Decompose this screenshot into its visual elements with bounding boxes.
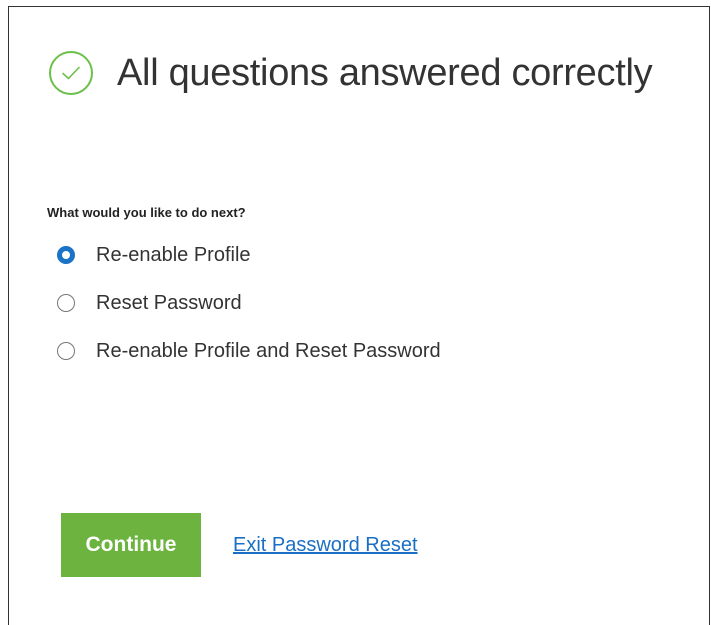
next-step-options: Re-enable Profile Reset Password Re-enab… bbox=[57, 243, 441, 387]
option-re-enable-and-reset[interactable]: Re-enable Profile and Reset Password bbox=[57, 339, 441, 363]
checkmark-circle-icon bbox=[49, 51, 93, 95]
option-re-enable-profile[interactable]: Re-enable Profile bbox=[57, 243, 441, 267]
page-title: All questions answered correctly bbox=[117, 51, 653, 94]
option-reset-password[interactable]: Reset Password bbox=[57, 291, 441, 315]
result-header: All questions answered correctly bbox=[49, 51, 653, 95]
radio-re-enable-and-reset[interactable] bbox=[57, 342, 75, 360]
radio-re-enable-profile[interactable] bbox=[57, 246, 75, 264]
password-reset-panel: All questions answered correctly What wo… bbox=[8, 6, 710, 625]
form-actions: Continue Exit Password Reset bbox=[61, 513, 418, 577]
exit-password-reset-link[interactable]: Exit Password Reset bbox=[233, 534, 418, 557]
next-step-question: What would you like to do next? bbox=[47, 205, 246, 220]
checkmark-icon bbox=[62, 66, 80, 80]
continue-button[interactable]: Continue bbox=[61, 513, 201, 577]
option-label: Reset Password bbox=[96, 291, 242, 314]
option-label: Re-enable Profile and Reset Password bbox=[96, 339, 441, 362]
radio-reset-password[interactable] bbox=[57, 294, 75, 312]
option-label: Re-enable Profile bbox=[96, 243, 251, 266]
